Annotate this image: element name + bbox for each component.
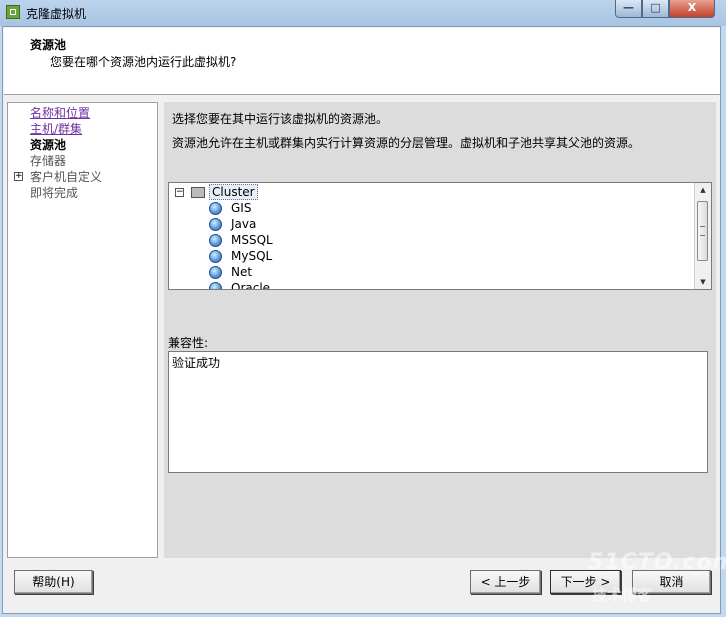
scroll-up-arrow-icon[interactable]: ▲ — [695, 183, 711, 197]
collapse-icon[interactable]: − — [175, 188, 184, 197]
help-button[interactable]: 帮助(H) — [14, 570, 93, 594]
tree-scrollbar[interactable]: ▲ ▼ — [694, 183, 711, 289]
wizard-header: 资源池 您要在哪个资源池内运行此虚拟机? — [4, 28, 720, 95]
watermark: 51CTO.com — [588, 550, 726, 575]
back-button[interactable]: < 上一步 — [470, 570, 541, 594]
resource-pool-icon — [209, 234, 222, 247]
main-panel: 选择您要在其中运行该虚拟机的资源池。 资源池允许在主机或群集内实行计算资源的分层… — [164, 102, 716, 558]
expand-icon[interactable]: + — [14, 172, 23, 181]
resource-pool-icon — [209, 202, 222, 215]
tree-item-gis[interactable]: GIS — [169, 200, 689, 216]
cluster-label[interactable]: Cluster — [209, 184, 258, 200]
tree-item-mysql[interactable]: MySQL — [169, 248, 689, 264]
pool-label: Net — [231, 265, 253, 279]
resource-pool-tree[interactable]: − Cluster GIS Java MSSQL MySQL Net Oracl… — [168, 182, 712, 290]
step-resource-pool: 资源池 — [30, 138, 67, 152]
instruction-text: 选择您要在其中运行该虚拟机的资源池。 — [172, 112, 389, 126]
pool-label: Oracle — [231, 281, 271, 290]
watermark-subtitle: 技术博客 — [592, 586, 653, 604]
scroll-down-arrow-icon[interactable]: ▼ — [695, 275, 711, 289]
pool-label: MSSQL — [231, 233, 273, 247]
resource-pool-icon — [209, 266, 222, 279]
page-title: 资源池 — [30, 38, 67, 52]
resource-pool-icon — [209, 250, 222, 263]
pool-label: GIS — [231, 201, 252, 215]
title-bar: 克隆虚拟机 — □ X — [0, 0, 726, 26]
compatibility-status: 验证成功 — [172, 356, 221, 370]
step-storage: 存储器 — [30, 154, 67, 168]
tree-item-mssql[interactable]: MSSQL — [169, 232, 689, 248]
step-name-and-location[interactable]: 名称和位置 — [30, 105, 90, 121]
step-ready-to-complete: 即将完成 — [30, 186, 79, 200]
window-title: 克隆虚拟机 — [26, 7, 87, 21]
cluster-icon — [191, 187, 205, 198]
tree-item-oracle[interactable]: Oracle — [169, 280, 689, 290]
step-host-cluster[interactable]: 主机/群集 — [30, 121, 82, 137]
tree-root-row[interactable]: − Cluster — [169, 184, 689, 200]
resource-pool-icon — [209, 282, 222, 289]
tree-item-net[interactable]: Net — [169, 264, 689, 280]
page-subtitle: 您要在哪个资源池内运行此虚拟机? — [50, 55, 237, 69]
compatibility-label: 兼容性: — [168, 336, 209, 350]
scroll-thumb[interactable] — [697, 201, 708, 261]
minimize-button[interactable]: — — [615, 0, 642, 18]
close-button[interactable]: X — [669, 0, 715, 18]
maximize-button[interactable]: □ — [642, 0, 669, 18]
step-guest-customization: 客户机自定义 — [30, 170, 103, 184]
wizard-steps-sidebar: 名称和位置 主机/群集 资源池 存储器 + 客户机自定义 即将完成 — [7, 102, 158, 558]
pool-label: MySQL — [231, 249, 273, 263]
compatibility-box: 验证成功 — [168, 351, 708, 473]
vm-clone-icon — [6, 5, 20, 19]
resource-pool-icon — [209, 218, 222, 231]
pool-label: Java — [231, 217, 257, 231]
explanation-text: 资源池允许在主机或群集内实行计算资源的分层管理。虚拟机和子池共享其父池的资源。 — [172, 136, 641, 150]
tree-item-java[interactable]: Java — [169, 216, 689, 232]
grip-icon — [700, 226, 705, 236]
